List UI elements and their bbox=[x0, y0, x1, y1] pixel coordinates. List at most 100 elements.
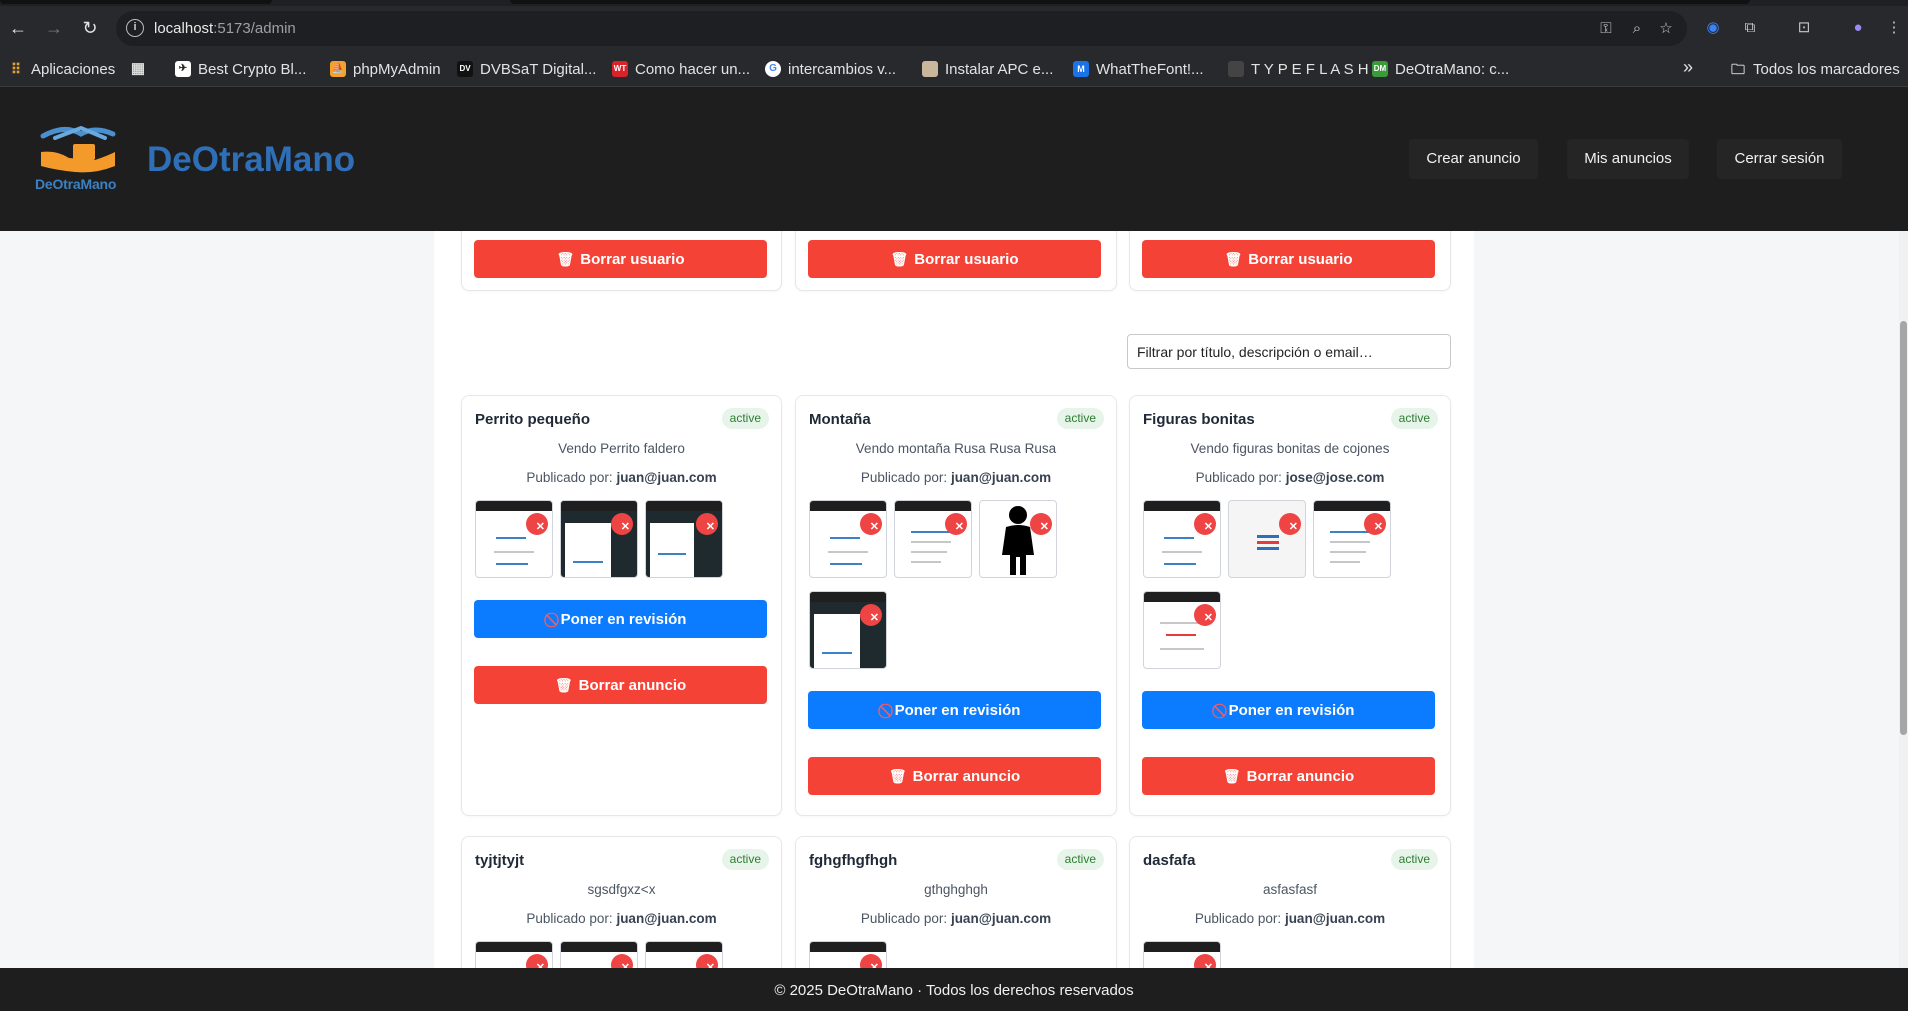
profile-avatar-icon[interactable]: ● bbox=[1847, 17, 1869, 39]
ad-image-thumbnail[interactable]: ✕ bbox=[645, 941, 723, 968]
key-icon[interactable]: ⚿ bbox=[1596, 19, 1616, 39]
ad-image-thumbnail[interactable]: ✕ bbox=[809, 591, 887, 669]
ad-description: Vendo montaña Rusa Rusa Rusa bbox=[855, 441, 1057, 456]
ad-image-thumbnail[interactable]: ✕ bbox=[1143, 591, 1221, 669]
bookmark-apps[interactable]: ⠿ Aplicaciones bbox=[8, 59, 115, 79]
bookmarks-overflow-button[interactable]: » bbox=[1683, 57, 1693, 77]
remove-image-icon[interactable]: ✕ bbox=[526, 954, 548, 968]
tab-strip bbox=[0, 0, 1908, 6]
ad-image-thumbnail[interactable]: ✕ bbox=[1143, 500, 1221, 578]
create-ad-button[interactable]: Crear anuncio bbox=[1409, 139, 1538, 179]
delete-user-button[interactable]: 🗑 Borrar usuario bbox=[808, 240, 1101, 278]
delete-user-button[interactable]: 🗑 Borrar usuario bbox=[1142, 240, 1435, 278]
published-by-label: Publicado por: bbox=[1195, 470, 1282, 485]
published-by-label: Publicado por: bbox=[526, 911, 613, 926]
ad-image-thumbnail[interactable]: ✕ bbox=[809, 500, 887, 578]
menu-kebab-icon[interactable]: ⋮ bbox=[1883, 17, 1905, 39]
remove-image-icon[interactable]: ✕ bbox=[860, 513, 882, 535]
reload-icon[interactable]: ↻ bbox=[76, 14, 104, 42]
remove-image-icon[interactable]: ✕ bbox=[526, 513, 548, 535]
delete-ad-button[interactable]: 🗑 Borrar anuncio bbox=[808, 757, 1101, 795]
ad-image-thumbnail[interactable]: ✕ bbox=[894, 500, 972, 578]
remove-image-icon[interactable]: ✕ bbox=[1030, 513, 1052, 535]
remove-image-icon[interactable]: ✕ bbox=[611, 954, 633, 968]
remove-image-icon[interactable]: ✕ bbox=[860, 604, 882, 626]
bookmark-typeflash[interactable]: T Y P E F L A S H bbox=[1228, 59, 1369, 79]
remove-image-icon[interactable]: ✕ bbox=[611, 513, 633, 535]
bookmark-label: Como hacer un... bbox=[635, 60, 751, 78]
ad-publisher: Publicado por: juan@juan.com bbox=[796, 470, 1116, 485]
remove-image-icon[interactable]: ✕ bbox=[696, 954, 718, 968]
ad-image-thumbnail[interactable]: ✕ bbox=[809, 941, 887, 968]
remove-image-icon[interactable]: ✕ bbox=[1279, 513, 1301, 535]
bookmark-intercambios[interactable]: G intercambios v... bbox=[765, 59, 896, 79]
bookmark-best-crypto[interactable]: ✈ Best Crypto Bl... bbox=[175, 59, 306, 79]
ad-image-thumbnail[interactable]: ✕ bbox=[979, 500, 1057, 578]
trash-icon: 🗑 bbox=[1224, 250, 1243, 267]
bookmark-instalar-apc[interactable]: Instalar APC e... bbox=[922, 59, 1053, 79]
page-scrollbar[interactable] bbox=[1899, 231, 1908, 968]
remove-image-icon[interactable]: ✕ bbox=[860, 954, 882, 968]
bookmark-label: Best Crypto Bl... bbox=[198, 60, 307, 78]
set-review-button[interactable]: ⃠Poner en revisión bbox=[474, 600, 767, 638]
remove-image-icon[interactable]: ✕ bbox=[1194, 604, 1216, 626]
my-ads-button[interactable]: Mis anuncios bbox=[1567, 139, 1689, 179]
logo-icon[interactable] bbox=[35, 122, 121, 178]
bookmark-label: T Y P E F L A S H bbox=[1251, 60, 1369, 78]
remove-image-icon[interactable]: ✕ bbox=[696, 513, 718, 535]
bookmark-label: phpMyAdmin bbox=[353, 60, 441, 78]
status-badge: active bbox=[721, 408, 769, 429]
all-bookmarks-folder[interactable]: 🗀 Todos los marcadores bbox=[1730, 59, 1900, 79]
address-bar[interactable]: i localhost:5173/admin ⚿ ⌕ ☆ bbox=[116, 11, 1687, 46]
scrollbar-thumb[interactable] bbox=[1900, 321, 1907, 735]
ad-image-thumbnail[interactable]: ✕ bbox=[645, 500, 723, 578]
set-review-button[interactable]: ⃠Poner en revisión bbox=[1142, 691, 1435, 729]
ad-image-thumbnail[interactable]: ✕ bbox=[1313, 500, 1391, 578]
remove-image-icon[interactable]: ✕ bbox=[1364, 513, 1386, 535]
phpmyadmin-icon: ⛵ bbox=[330, 61, 346, 77]
ad-image-thumbnail[interactable]: ✕ bbox=[560, 500, 638, 578]
ad-image-thumbnail[interactable]: ✕ bbox=[475, 500, 553, 578]
ad-image-thumbnail[interactable]: ✕ bbox=[1228, 500, 1306, 578]
forward-icon[interactable]: → bbox=[40, 14, 68, 42]
published-by-label: Publicado por: bbox=[526, 470, 613, 485]
set-review-button[interactable]: ⃠Poner en revisión bbox=[808, 691, 1101, 729]
ad-card: fghgfhgfhgh active gthghghgh Publicado p… bbox=[795, 836, 1117, 968]
bookmark-star-icon[interactable]: ☆ bbox=[1656, 19, 1676, 39]
status-badge: active bbox=[1390, 849, 1438, 870]
grid-icon: ▦ bbox=[130, 60, 146, 77]
brand-title[interactable]: DeOtraMano bbox=[147, 140, 355, 180]
bookmark-grid[interactable]: ▦ bbox=[130, 59, 153, 79]
remove-image-icon[interactable]: ✕ bbox=[1194, 954, 1216, 968]
bookmark-deotramano[interactable]: DM DeOtraMano: c... bbox=[1372, 59, 1509, 79]
remove-image-icon[interactable]: ✕ bbox=[945, 513, 967, 535]
extension-icon[interactable]: ◉ bbox=[1702, 17, 1724, 39]
filter-input[interactable] bbox=[1127, 334, 1451, 369]
button-label: Poner en revisión bbox=[1228, 701, 1355, 719]
remove-image-icon[interactable]: ✕ bbox=[1194, 513, 1216, 535]
bookmark-phpmyadmin[interactable]: ⛵ phpMyAdmin bbox=[330, 59, 441, 79]
screenshot-icon[interactable]: ⊡ bbox=[1793, 17, 1815, 39]
site-info-icon[interactable]: i bbox=[126, 19, 144, 37]
bookmark-dvbsat[interactable]: DV DVBSaT Digital... bbox=[457, 59, 596, 79]
button-label: Poner en revisión bbox=[894, 701, 1021, 719]
back-icon[interactable]: ← bbox=[4, 14, 32, 42]
ad-image-thumbnail[interactable]: ✕ bbox=[1143, 941, 1221, 968]
delete-user-button[interactable]: 🗑 Borrar usuario bbox=[474, 240, 767, 278]
delete-ad-button[interactable]: 🗑 Borrar anuncio bbox=[1142, 757, 1435, 795]
ad-image-thumbnail[interactable]: ✕ bbox=[560, 941, 638, 968]
bookmark-como-hacer[interactable]: WT Como hacer un... bbox=[612, 59, 750, 79]
zoom-icon[interactable]: ⌕ bbox=[1627, 19, 1647, 39]
browser-tab[interactable] bbox=[0, 0, 272, 4]
bookmark-whatthefont[interactable]: M WhatTheFont!... bbox=[1073, 59, 1204, 79]
ad-image-thumbnail[interactable]: ✕ bbox=[475, 941, 553, 968]
button-label: Borrar usuario bbox=[914, 250, 1019, 268]
extensions-puzzle-icon[interactable]: ⧉ bbox=[1739, 17, 1761, 39]
status-badge: active bbox=[1056, 408, 1104, 429]
browser-tab[interactable] bbox=[510, 0, 1750, 4]
wtf-icon: M bbox=[1073, 61, 1089, 77]
url-text[interactable]: localhost:5173/admin bbox=[154, 20, 296, 37]
delete-ad-button[interactable]: 🗑 Borrar anuncio bbox=[474, 666, 767, 704]
logout-button[interactable]: Cerrar sesión bbox=[1717, 139, 1842, 179]
typeflash-icon bbox=[1228, 61, 1244, 77]
